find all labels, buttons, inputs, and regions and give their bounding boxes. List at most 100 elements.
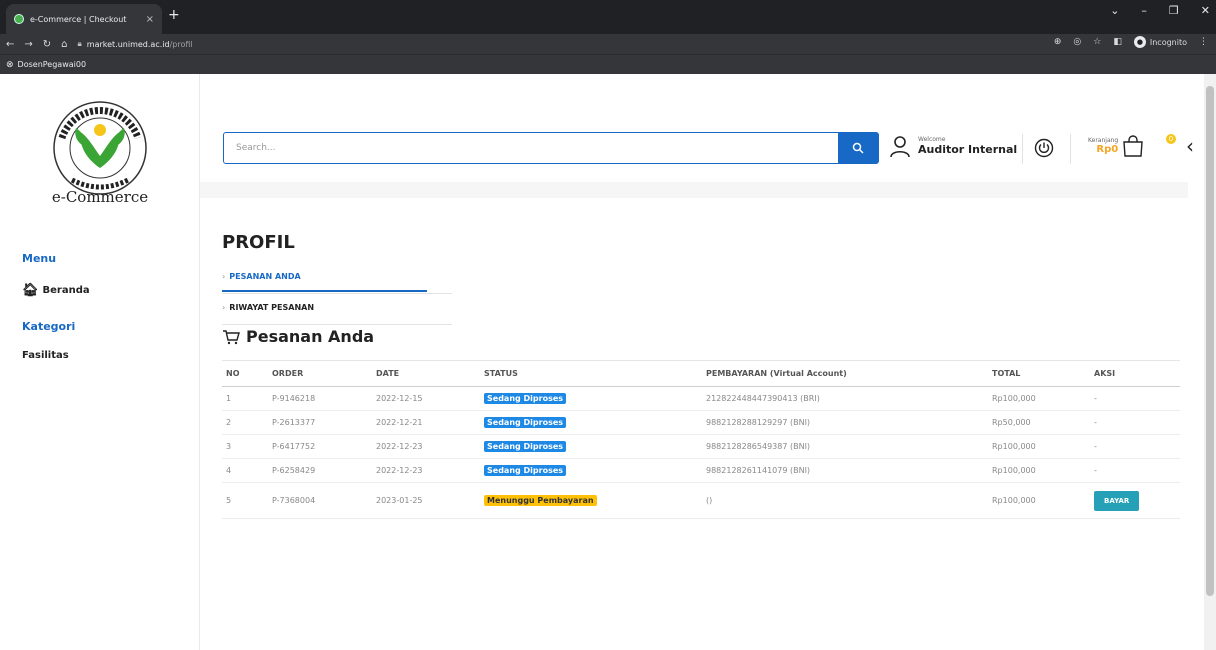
forward-arrow-icon[interactable]: → bbox=[24, 39, 32, 50]
cell-date: 2022-12-21 bbox=[372, 410, 480, 435]
globe-icon: ⊗ bbox=[6, 59, 14, 70]
university-logo[interactable] bbox=[40, 98, 160, 198]
cell-no: 4 bbox=[222, 458, 268, 483]
orders-table: NO ORDER DATE STATUS PEMBAYARAN (Virtual… bbox=[222, 360, 1180, 519]
scrollbar-thumb[interactable] bbox=[1206, 86, 1214, 596]
home-browser-icon[interactable]: ⌂ bbox=[61, 39, 67, 50]
column-header: PEMBAYARAN (Virtual Account) bbox=[702, 360, 988, 387]
cell-payment: 212822448447390413 (BRI) bbox=[702, 386, 988, 411]
sidepanel-icon[interactable]: ◧ bbox=[1113, 37, 1122, 47]
address-bar-actions: ⊕ ◎ ☆ ◧ ● Incognito ⋮ bbox=[1054, 36, 1208, 48]
bookmark-item[interactable]: DosenPegawai00 bbox=[18, 60, 87, 69]
table-row: 4 P-6258429 2022-12-23 Sedang Diproses 9… bbox=[222, 458, 1180, 483]
cell-total: Rp100,000 bbox=[988, 434, 1090, 459]
logout-button[interactable] bbox=[1034, 138, 1054, 162]
tab-divider bbox=[222, 324, 452, 325]
cell-payment: () bbox=[702, 482, 988, 519]
new-tab-button[interactable]: + bbox=[168, 7, 180, 23]
cell-action: BAYAR bbox=[1090, 482, 1180, 519]
header-divider bbox=[1022, 134, 1023, 164]
cell-total: Rp100,000 bbox=[988, 386, 1090, 411]
cell-action: - bbox=[1090, 434, 1180, 459]
tab-riwayat-pesanan[interactable]: › RIWAYAT PESANAN bbox=[222, 303, 314, 312]
zoom-icon[interactable]: ⊕ bbox=[1054, 37, 1062, 47]
window-controls: ⌄ – ❐ ✕ bbox=[1110, 4, 1210, 17]
cell-date: 2022-12-15 bbox=[372, 386, 480, 411]
cell-order: P-6417752 bbox=[268, 434, 372, 459]
cell-status: Sedang Diproses bbox=[480, 458, 702, 483]
browser-menu-icon[interactable]: ⋮ bbox=[1199, 37, 1208, 47]
cell-status: Sedang Diproses bbox=[480, 410, 702, 435]
cell-order: P-2613377 bbox=[268, 410, 372, 435]
address-bar: ← → ↻ ⌂ 🔒︎ market.unimed.ac.id/profil ⊕ … bbox=[0, 34, 1216, 54]
cell-status: Sedang Diproses bbox=[480, 386, 702, 411]
section-title-text: Pesanan Anda bbox=[246, 327, 375, 346]
incognito-label: Incognito bbox=[1149, 37, 1187, 47]
browser-tab[interactable]: e-Commerce | Checkout × bbox=[6, 4, 162, 34]
cell-date: 2022-12-23 bbox=[372, 434, 480, 459]
page-title: PROFIL bbox=[222, 232, 295, 253]
tab-divider bbox=[222, 293, 452, 294]
cart-amount: Rp0 bbox=[1096, 144, 1119, 155]
active-tab-underline bbox=[222, 290, 427, 292]
user-icon bbox=[890, 136, 910, 158]
column-header: DATE bbox=[372, 360, 480, 387]
header-separator bbox=[200, 182, 1188, 198]
cell-order: P-6258429 bbox=[268, 458, 372, 483]
tab-label: PESANAN ANDA bbox=[229, 272, 301, 281]
close-window-button[interactable]: ✕ bbox=[1201, 4, 1210, 17]
main-content: Welcome Auditor Internal Keranjang Rp0 0… bbox=[200, 74, 1204, 650]
search-input[interactable] bbox=[224, 133, 838, 163]
cell-date: 2022-12-23 bbox=[372, 458, 480, 483]
power-icon bbox=[1034, 138, 1054, 158]
sidebar-item-beranda[interactable]: 🏠︎ Beranda bbox=[22, 283, 90, 298]
reload-icon[interactable]: ↻ bbox=[43, 39, 51, 50]
incognito-indicator[interactable]: ● Incognito bbox=[1133, 36, 1187, 48]
bayar-button[interactable]: BAYAR bbox=[1094, 490, 1140, 511]
logo-text: e-Commerce bbox=[51, 188, 149, 206]
back-arrow-icon[interactable]: ← bbox=[6, 39, 14, 50]
bookmark-star-icon[interactable]: ☆ bbox=[1093, 37, 1101, 47]
sidebar: e-Commerce Menu 🏠︎ Beranda Kategori Fasi… bbox=[0, 74, 200, 650]
column-header: AKSI bbox=[1090, 360, 1180, 387]
cart-button[interactable]: Keranjang Rp0 0 bbox=[1088, 134, 1176, 158]
url-field[interactable]: 🔒︎ market.unimed.ac.id/profil bbox=[78, 39, 193, 49]
bookmarks-bar: ⊗ DosenPegawai00 bbox=[0, 54, 1216, 74]
url-domain: market.unimed.ac.id bbox=[86, 39, 170, 49]
cell-total: Rp50,000 bbox=[988, 410, 1090, 435]
status-badge: Sedang Diproses bbox=[484, 465, 567, 476]
page-scrollbar[interactable] bbox=[1204, 74, 1216, 650]
chevron-left-icon[interactable]: ‹ bbox=[1186, 134, 1194, 158]
cart-count-badge: 0 bbox=[1166, 134, 1176, 144]
cell-payment: 9882128288129297 (BNI) bbox=[702, 410, 988, 435]
column-header: ORDER bbox=[268, 360, 372, 387]
tab-pesanan-anda[interactable]: › PESANAN ANDA bbox=[222, 272, 301, 281]
incognito-icon: ● bbox=[1133, 36, 1146, 48]
user-name: Auditor Internal bbox=[918, 143, 1018, 156]
cell-action: - bbox=[1090, 386, 1180, 411]
search-button[interactable] bbox=[838, 133, 878, 163]
tab-close-button[interactable]: × bbox=[146, 14, 154, 25]
minimize-button[interactable]: – bbox=[1141, 4, 1147, 17]
cell-no: 2 bbox=[222, 410, 268, 435]
restore-button[interactable]: ❐ bbox=[1169, 4, 1179, 17]
header-divider bbox=[1070, 134, 1071, 164]
tab-search-icon[interactable]: ⌄ bbox=[1110, 4, 1119, 17]
url-path: /profil bbox=[169, 39, 193, 49]
table-row: 3 P-6417752 2022-12-23 Sedang Diproses 9… bbox=[222, 434, 1180, 459]
cell-date: 2023-01-25 bbox=[372, 482, 480, 519]
table-row: 1 P-9146218 2022-12-15 Sedang Diproses 2… bbox=[222, 386, 1180, 411]
user-account[interactable]: Welcome Auditor Internal bbox=[888, 134, 1017, 158]
status-badge: Sedang Diproses bbox=[484, 417, 567, 428]
column-header: STATUS bbox=[480, 360, 702, 387]
status-badge: Sedang Diproses bbox=[484, 393, 567, 404]
cell-status: Sedang Diproses bbox=[480, 434, 702, 459]
tracking-icon[interactable]: ◎ bbox=[1073, 37, 1081, 47]
sidebar-item-fasilitas[interactable]: Fasilitas bbox=[22, 350, 69, 361]
search-icon bbox=[852, 142, 864, 154]
shopping-bag-icon bbox=[1123, 135, 1143, 157]
cell-action: - bbox=[1090, 410, 1180, 435]
column-header: TOTAL bbox=[988, 360, 1090, 387]
sidebar-item-label: Fasilitas bbox=[22, 350, 69, 361]
cell-no: 1 bbox=[222, 386, 268, 411]
